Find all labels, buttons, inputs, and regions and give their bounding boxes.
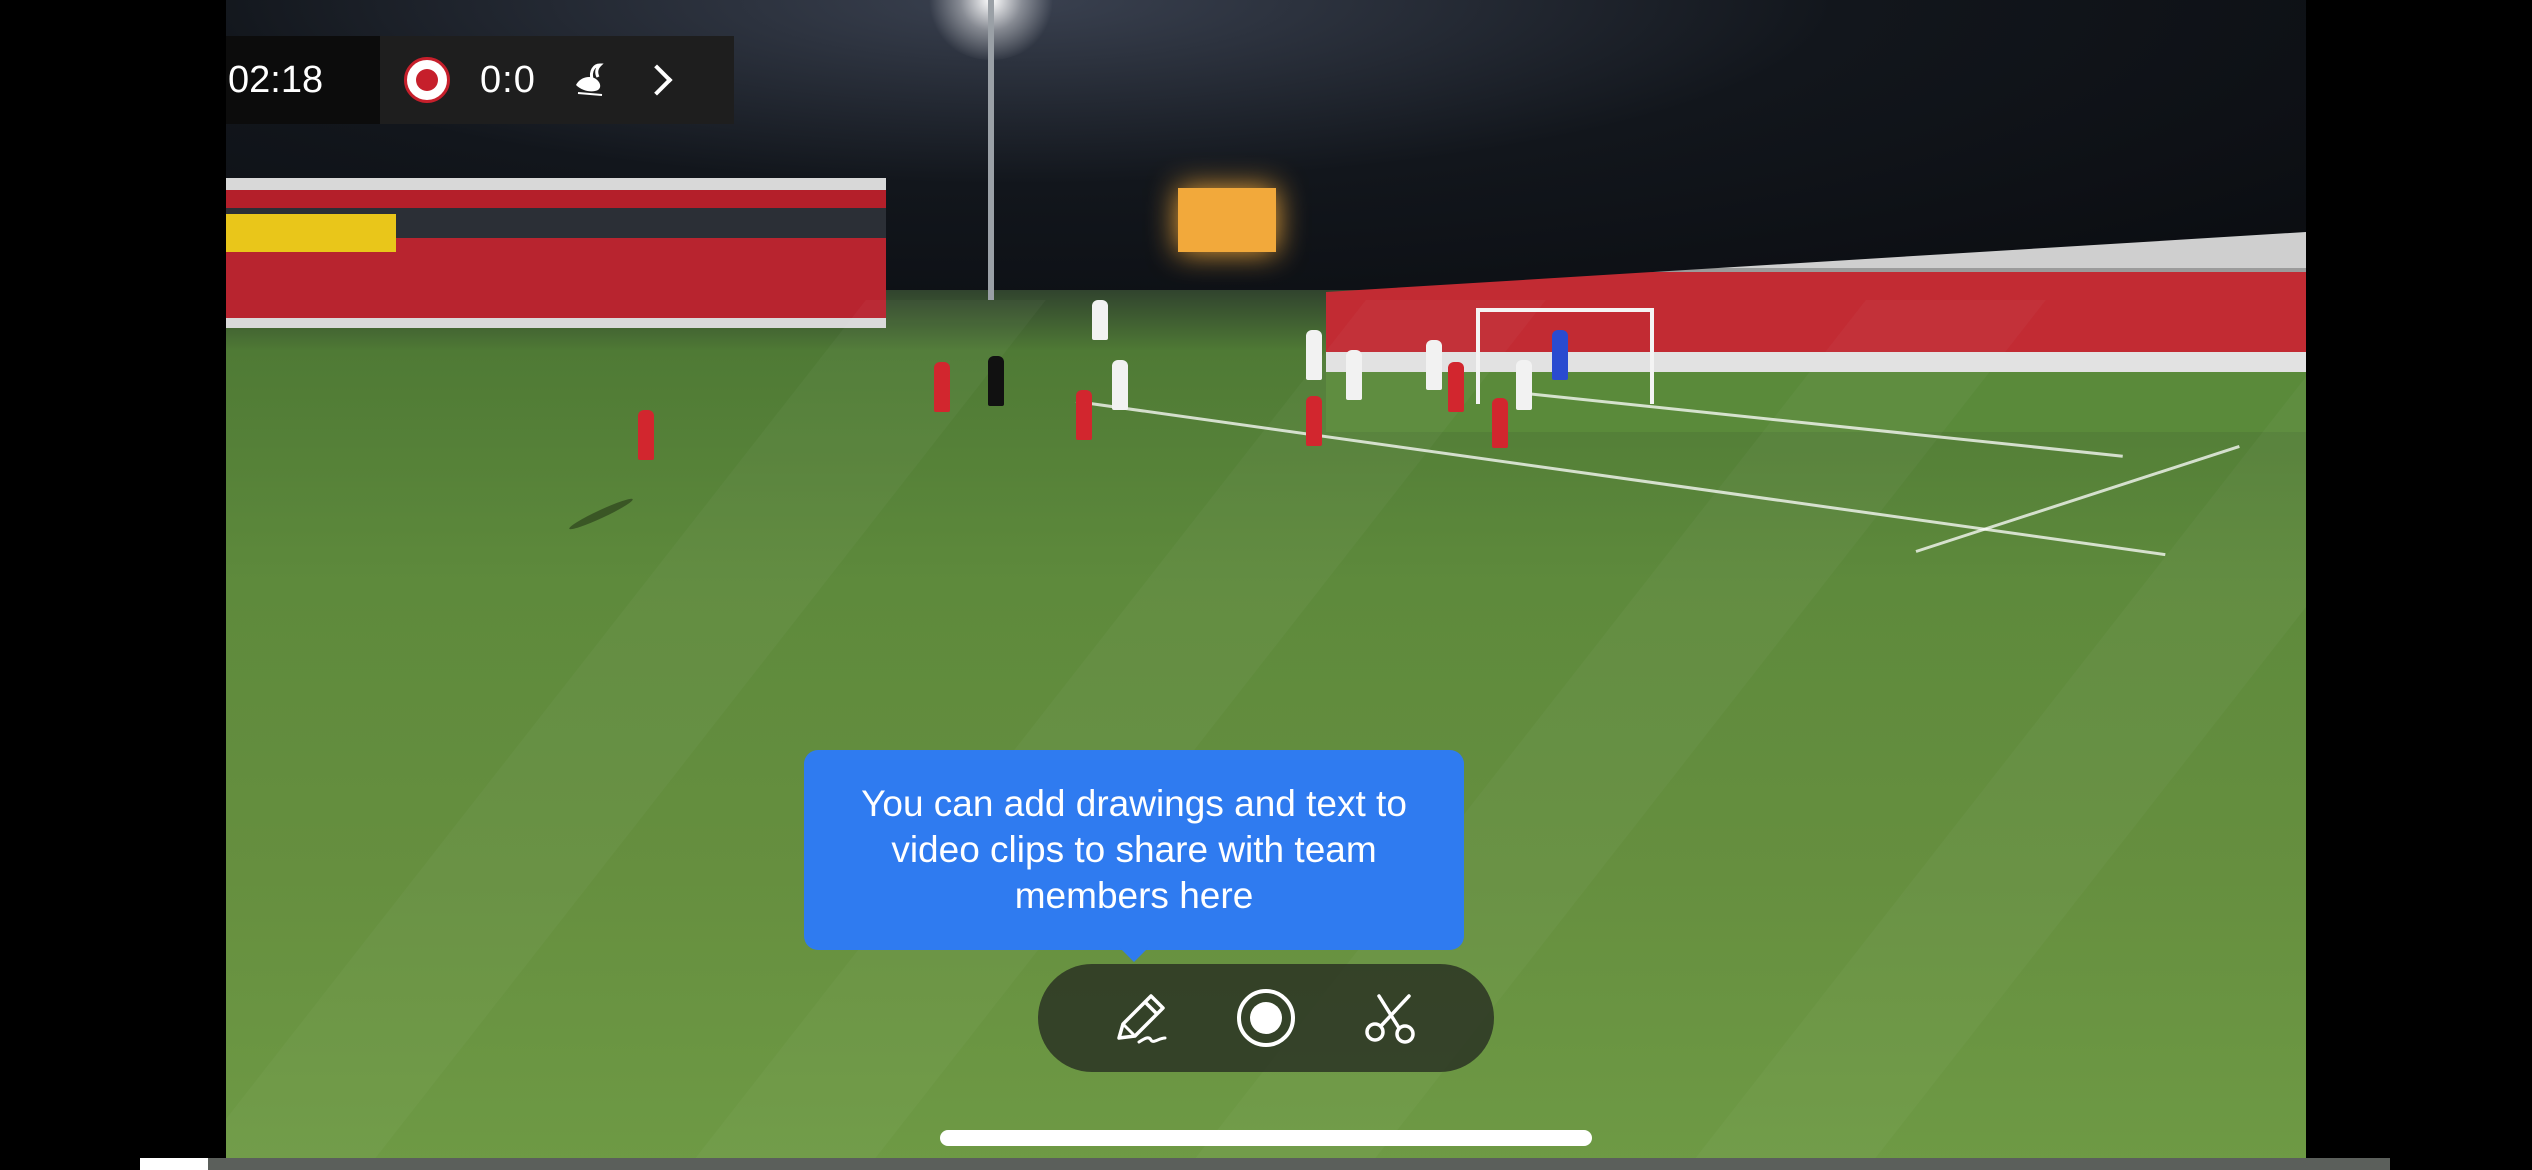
player-home <box>934 362 950 412</box>
stadium-stand-left <box>226 178 886 328</box>
accrington-crest-icon <box>404 57 450 103</box>
score: 0:0 <box>480 58 536 101</box>
playback-progress-bar[interactable] <box>140 1158 2390 1170</box>
player-home <box>1448 362 1464 412</box>
player-away <box>1092 300 1108 340</box>
player-shadow <box>567 495 635 533</box>
tooltip-text: You can add drawings and text to video c… <box>861 783 1407 916</box>
player-home <box>1306 396 1322 446</box>
referee <box>988 356 1004 406</box>
score-box[interactable]: 0:0 <box>380 36 734 124</box>
score-overlay: 02:18 0:0 <box>226 36 734 124</box>
chevron-right-icon[interactable] <box>641 64 673 96</box>
draw-button[interactable] <box>1104 981 1178 1055</box>
player-away <box>1346 350 1362 400</box>
player-home <box>638 410 654 460</box>
tooltip-arrow <box>1120 948 1148 962</box>
clip-button[interactable] <box>1354 981 1428 1055</box>
stadium-screen <box>1178 188 1276 252</box>
pencil-icon <box>1116 994 1167 1044</box>
floodlight-pole <box>988 0 994 300</box>
home-indicator[interactable] <box>940 1130 1592 1146</box>
swansea-swan-icon <box>566 57 612 103</box>
playback-progress-fill <box>140 1158 208 1170</box>
advertising-banner <box>226 214 396 252</box>
clip-toolbar <box>1038 964 1494 1072</box>
scissors-icon <box>1365 994 1416 1044</box>
player-home <box>1076 390 1092 440</box>
match-clock: 02:18 <box>226 36 380 124</box>
player-home <box>1492 398 1508 448</box>
player-away <box>1306 330 1322 380</box>
goalkeeper <box>1552 330 1568 380</box>
record-button[interactable] <box>1229 981 1303 1055</box>
player-away <box>1112 360 1128 410</box>
record-icon <box>1236 989 1295 1047</box>
player-away <box>1426 340 1442 390</box>
player-away <box>1516 360 1532 410</box>
feature-tooltip[interactable]: You can add drawings and text to video c… <box>804 750 1464 950</box>
